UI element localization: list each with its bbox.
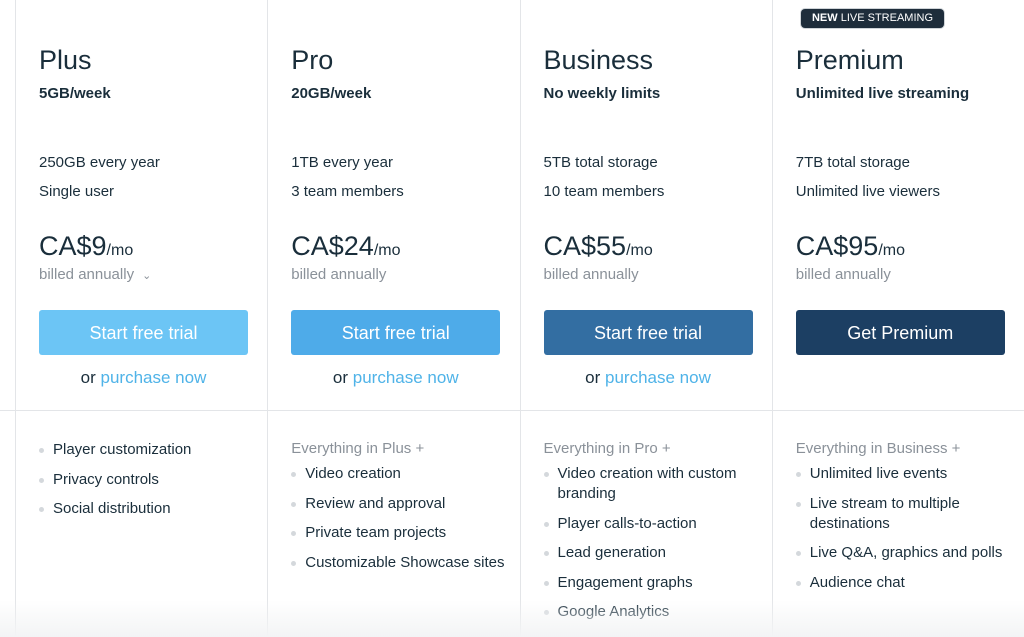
feature-item: Customizable Showcase sites xyxy=(291,553,516,573)
plan-title: Business xyxy=(543,45,654,75)
plan-plus: Plus 5GB/week 250GB every year Single us… xyxy=(15,0,267,637)
or-label: or xyxy=(332,368,353,387)
plan-users: Single user xyxy=(39,183,115,200)
purchase-now-link[interactable]: purchase now xyxy=(353,368,459,387)
feature-item: Social distribution xyxy=(39,499,264,519)
price-amount: CA$24 xyxy=(291,231,374,261)
purchase-now-link[interactable]: purchase now xyxy=(101,368,207,387)
feature-item: Review and approval xyxy=(291,494,516,514)
feature-item: Video creation with custom branding xyxy=(543,464,769,504)
plan-users: 10 team members xyxy=(543,183,665,200)
or-label: or xyxy=(585,368,605,387)
start-free-trial-button[interactable]: Start free trial xyxy=(543,310,753,355)
features-lead: Everything in Pro + xyxy=(543,440,671,457)
badge-new: NEW xyxy=(811,12,838,24)
plan-price: CA$95/mo xyxy=(796,231,905,262)
chevron-down-icon: ⌄ xyxy=(142,270,152,282)
plan-premium: Premium Unlimited live streaming 7TB tot… xyxy=(771,0,1024,637)
purchase-row: or purchase now xyxy=(16,368,271,388)
price-period: /mo xyxy=(626,242,653,259)
feature-item: Live stream to multiple destinations xyxy=(795,494,1021,534)
price-period: /mo xyxy=(373,242,401,259)
plan-price: CA$24/mo xyxy=(291,231,400,262)
feature-item: Player calls-to-action xyxy=(543,514,769,534)
feature-list: Everything in Plus + Video creation Revi… xyxy=(291,440,516,582)
plan-title: Premium xyxy=(795,45,904,75)
features-lead: Everything in Business + xyxy=(795,440,961,457)
feature-item: Video creation xyxy=(291,464,516,484)
plan-viewers: Unlimited live viewers xyxy=(795,183,940,200)
plan-users: 3 team members xyxy=(291,183,404,200)
pricing-grid: Plus 5GB/week 250GB every year Single us… xyxy=(15,0,1024,637)
plan-storage: 1TB every year xyxy=(291,154,393,171)
feature-item: Player customization xyxy=(39,440,264,460)
get-premium-button[interactable]: Get Premium xyxy=(795,310,1005,355)
feature-list: Everything in Business + Unlimited live … xyxy=(795,440,1021,602)
plan-storage: 250GB every year xyxy=(39,154,160,171)
plan-subtitle: 20GB/week xyxy=(291,85,372,102)
billing-label: billed annually xyxy=(543,266,639,283)
feature-item: Privacy controls xyxy=(39,470,264,490)
billing-label: billed annually xyxy=(795,266,891,283)
purchase-row: or purchase now xyxy=(268,368,523,388)
billing-label: billed annually xyxy=(39,266,135,283)
billing-dropdown[interactable]: billed annually ⌄ xyxy=(39,266,151,283)
feature-item: Audience chat xyxy=(795,573,1021,593)
plan-subtitle: No weekly limits xyxy=(543,85,661,102)
badge-text: LIVE STREAMING xyxy=(837,12,934,24)
plan-business: Business No weekly limits 5TB total stor… xyxy=(519,0,772,637)
price-period: /mo xyxy=(106,242,134,259)
price-amount: CA$95 xyxy=(795,231,879,261)
purchase-now-link[interactable]: purchase now xyxy=(605,368,711,387)
plan-subtitle: Unlimited live streaming xyxy=(795,85,970,102)
plan-price: CA$55/mo xyxy=(544,231,653,262)
plan-title: Pro xyxy=(291,45,334,75)
billing-label: billed annually xyxy=(291,266,387,283)
price-period: /mo xyxy=(878,242,905,259)
start-free-trial-button[interactable]: Start free trial xyxy=(39,310,248,355)
feature-item: Lead generation xyxy=(543,543,769,563)
feature-item: Unlimited live events xyxy=(795,464,1021,484)
plan-subtitle: 5GB/week xyxy=(39,85,111,102)
plan-storage: 7TB total storage xyxy=(795,154,910,171)
feature-item: Engagement graphs xyxy=(543,573,769,593)
price-amount: CA$9 xyxy=(39,231,107,261)
or-label: or xyxy=(80,368,101,387)
feature-item: Live Q&A, graphics and polls xyxy=(795,543,1021,563)
purchase-row: or purchase now xyxy=(521,368,776,388)
price-amount: CA$55 xyxy=(543,231,627,261)
section-divider xyxy=(0,410,1024,411)
features-lead: Everything in Plus + xyxy=(291,440,425,457)
plan-price: CA$9/mo xyxy=(39,231,133,262)
plan-storage: 5TB total storage xyxy=(543,154,658,171)
plan-pro: Pro 20GB/week 1TB every year 3 team memb… xyxy=(267,0,519,637)
new-live-streaming-badge: NEW LIVE STREAMING xyxy=(801,9,944,28)
plan-title: Plus xyxy=(39,45,92,75)
bottom-fade xyxy=(0,600,1024,637)
feature-item: Private team projects xyxy=(291,523,516,543)
feature-list: Player customization Privacy controls So… xyxy=(39,440,264,529)
start-free-trial-button[interactable]: Start free trial xyxy=(291,310,501,355)
